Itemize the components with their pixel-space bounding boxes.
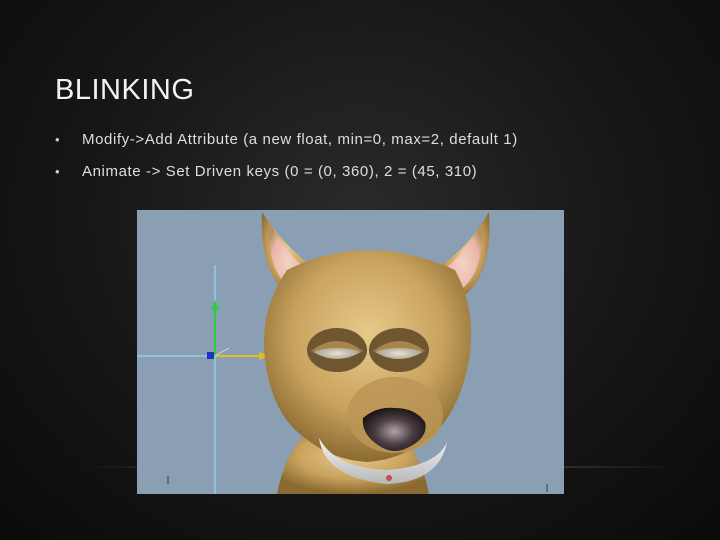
move-manipulator-icon <box>207 300 269 360</box>
bullet-text: Modify->Add Attribute (a new float, min=… <box>82 131 518 148</box>
maya-viewport-screenshot <box>137 210 564 494</box>
bullet-text: Animate -> Set Driven keys (0 = (0, 360)… <box>82 163 478 180</box>
bullet-marker: • <box>55 132 61 147</box>
bullet-list: • Modify->Add Attribute (a new float, mi… <box>55 128 518 192</box>
collar-tag <box>386 475 392 481</box>
bullet-item: • Modify->Add Attribute (a new float, mi… <box>55 128 518 160</box>
bullet-marker: • <box>55 164 61 179</box>
slide-title: BLINKING <box>55 74 195 106</box>
bullet-item: • Animate -> Set Driven keys (0 = (0, 36… <box>55 160 518 192</box>
